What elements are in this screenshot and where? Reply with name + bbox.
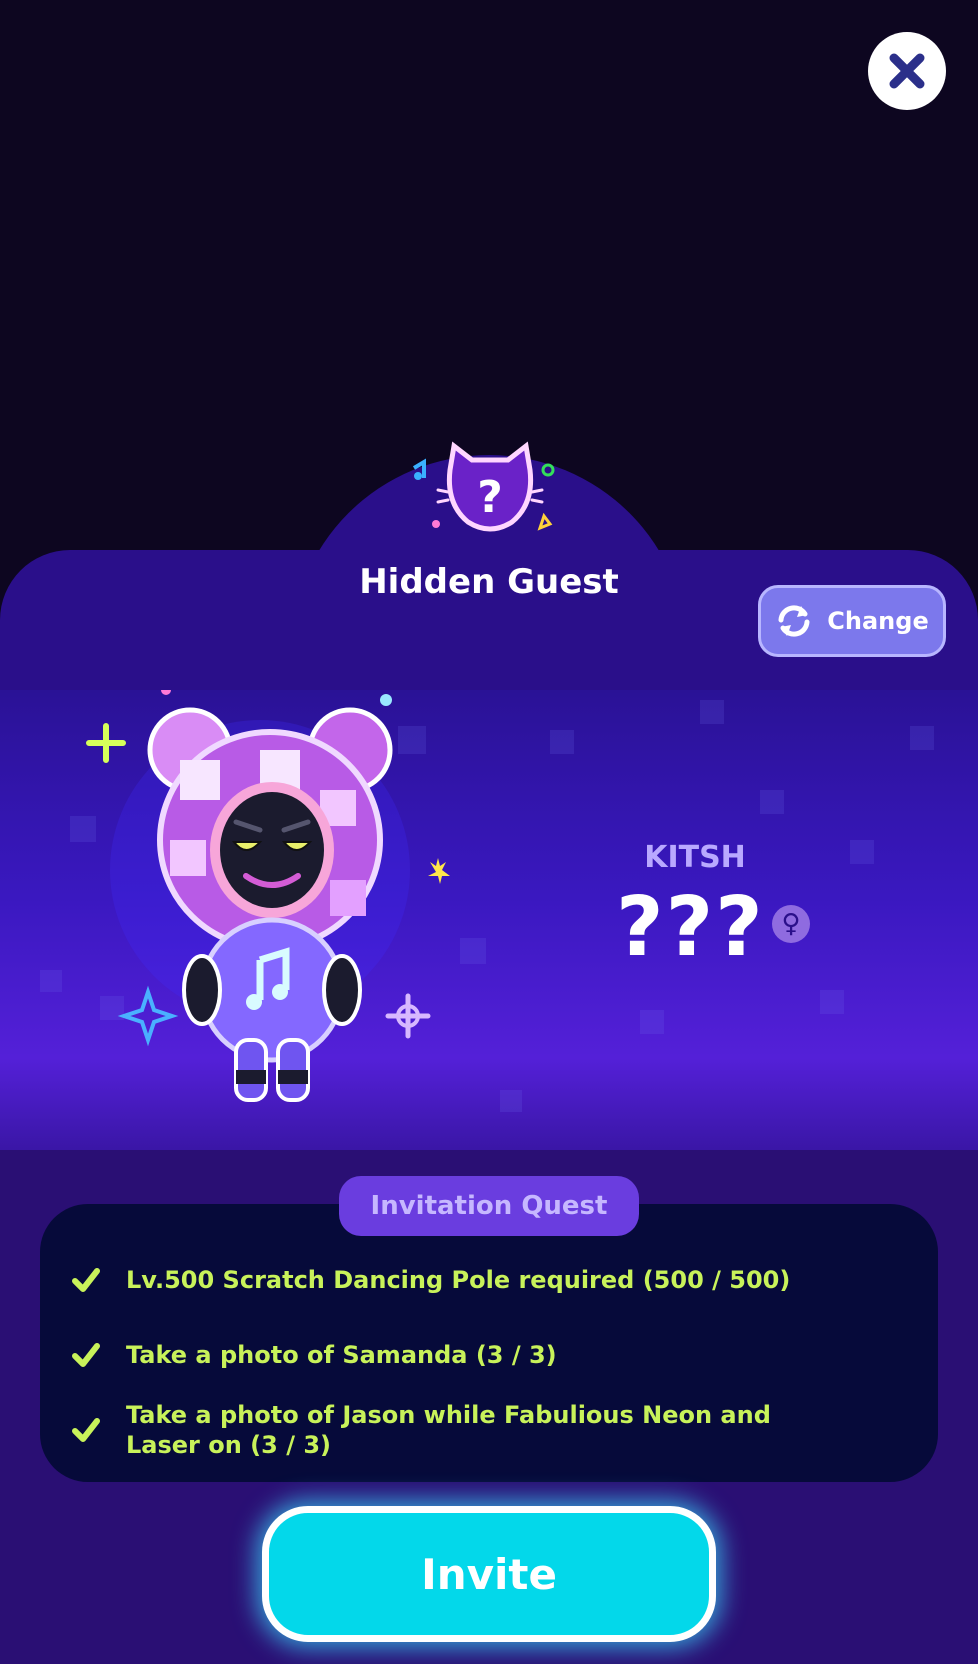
close-icon xyxy=(889,53,925,89)
swap-icon xyxy=(778,605,810,637)
change-button[interactable]: Change xyxy=(758,585,946,657)
close-button[interactable] xyxy=(868,32,946,110)
quest-item-text: Take a photo of Samanda (3 / 3) xyxy=(126,1341,557,1369)
guest-species: KITSH xyxy=(644,840,746,875)
svg-text:?: ? xyxy=(477,472,503,523)
female-icon: ♀ xyxy=(772,905,810,943)
quest-item-text: Take a photo of Jason while Fabulious Ne… xyxy=(126,1401,771,1459)
change-label: Change xyxy=(827,607,929,635)
guest-character xyxy=(86,690,450,1102)
quest-item: Lv.500 Scratch Dancing Pole required (50… xyxy=(72,1265,846,1295)
guest-name: ??? xyxy=(616,880,765,975)
quest-item: Take a photo of Samanda (3 / 3) xyxy=(72,1340,846,1370)
check-icon xyxy=(72,1268,100,1292)
question-cat-icon: ? xyxy=(412,441,555,532)
invitation-quest-tab: Invitation Quest xyxy=(339,1176,639,1236)
check-icon xyxy=(72,1343,100,1367)
character-stage xyxy=(0,690,978,1150)
check-icon xyxy=(72,1418,100,1442)
quest-item-text: Lv.500 Scratch Dancing Pole required (50… xyxy=(126,1266,791,1294)
invite-button[interactable]: Invite xyxy=(262,1506,716,1642)
quest-item: Take a photo of Jason while Fabulious Ne… xyxy=(72,1400,846,1460)
